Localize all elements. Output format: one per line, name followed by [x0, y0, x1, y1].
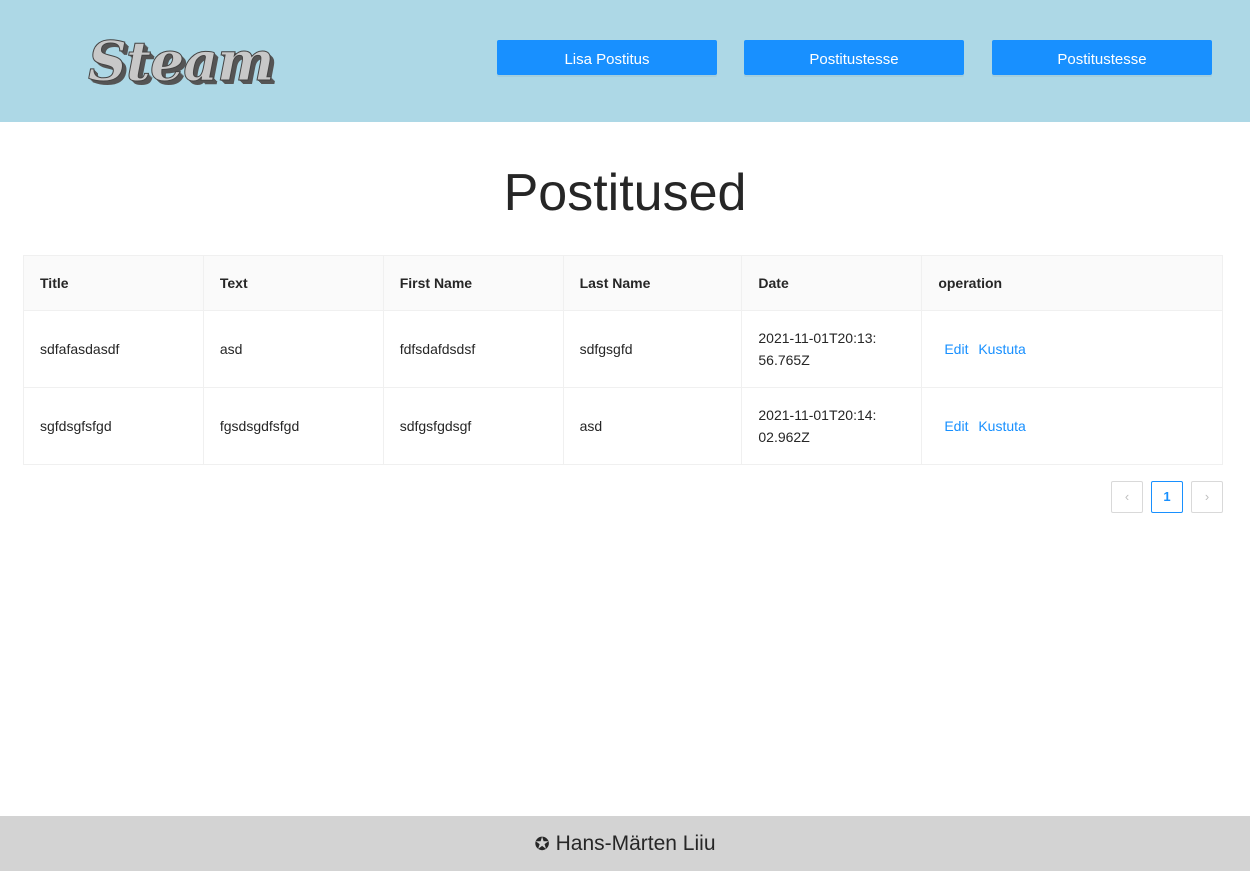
page: Steam Lisa Postitus Postitustesse Postit… [0, 0, 1250, 871]
star-icon: ✪ [534, 834, 550, 854]
table-header: Title Text First Name Last Name Date ope… [23, 255, 1223, 311]
chevron-right-icon[interactable]: › [1191, 481, 1223, 513]
date-value: 2021-11-01T20:14:02.962Z [758, 407, 877, 445]
cell-last-name: asd [562, 387, 743, 465]
top-header: Steam Lisa Postitus Postitustesse Postit… [0, 0, 1250, 122]
footer-author: Hans-Märten Liiu [555, 832, 716, 855]
table-row: sdfafasdasdf asd fdfsdafdsdsf sdfgsgfd 2… [23, 310, 1223, 388]
posts-table: Title Text First Name Last Name Date ope… [23, 255, 1223, 465]
cell-first-name: fdfsdafdsdsf [382, 310, 564, 388]
cell-operation: Edit Kustuta [921, 310, 1223, 388]
page-number-button[interactable]: 1 [1151, 481, 1183, 513]
column-header-title: Title [23, 255, 204, 311]
steam-logo[interactable]: Steam [87, 26, 274, 96]
cell-text: asd [202, 310, 384, 388]
add-post-button[interactable]: Lisa Postitus [497, 40, 717, 75]
column-header-last-name: Last Name [562, 255, 743, 311]
cell-operation: Edit Kustuta [921, 387, 1223, 465]
footer: ✪ Hans-Märten Liiu [0, 816, 1250, 871]
delete-link[interactable]: Kustuta [978, 418, 1025, 434]
posts-nav-button[interactable]: Postitustesse [744, 40, 964, 75]
column-header-date: Date [741, 255, 923, 311]
cell-date: 2021-11-01T20:13:56.765Z [741, 310, 923, 388]
edit-link[interactable]: Edit [944, 418, 968, 434]
cell-last-name: sdfgsgfd [562, 310, 743, 388]
chevron-left-icon[interactable]: ‹ [1111, 481, 1143, 513]
cell-title: sdfafasdasdf [23, 310, 204, 388]
date-value: 2021-11-01T20:13:56.765Z [758, 330, 877, 368]
table-header-row: Title Text First Name Last Name Date ope… [23, 255, 1223, 311]
cell-first-name: sdfgsfgdsgf [382, 387, 564, 465]
cell-text: fgsdsgdfsfgd [202, 387, 384, 465]
column-header-operation: operation [921, 255, 1223, 311]
posts-nav-button-2[interactable]: Postitustesse [992, 40, 1212, 75]
edit-link[interactable]: Edit [944, 341, 968, 357]
column-header-first-name: First Name [382, 255, 564, 311]
cell-title: sgfdsgfsfgd [23, 387, 204, 465]
column-header-text: Text [202, 255, 384, 311]
delete-link[interactable]: Kustuta [978, 341, 1025, 357]
cell-date: 2021-11-01T20:14:02.962Z [741, 387, 923, 465]
page-title: Postitused [503, 164, 747, 222]
table-row: sgfdsgfsfgd fgsdsgdfsfgd sdfgsfgdsgf asd… [23, 387, 1223, 465]
table-body: sdfafasdasdf asd fdfsdafdsdsf sdfgsgfd 2… [23, 310, 1223, 465]
